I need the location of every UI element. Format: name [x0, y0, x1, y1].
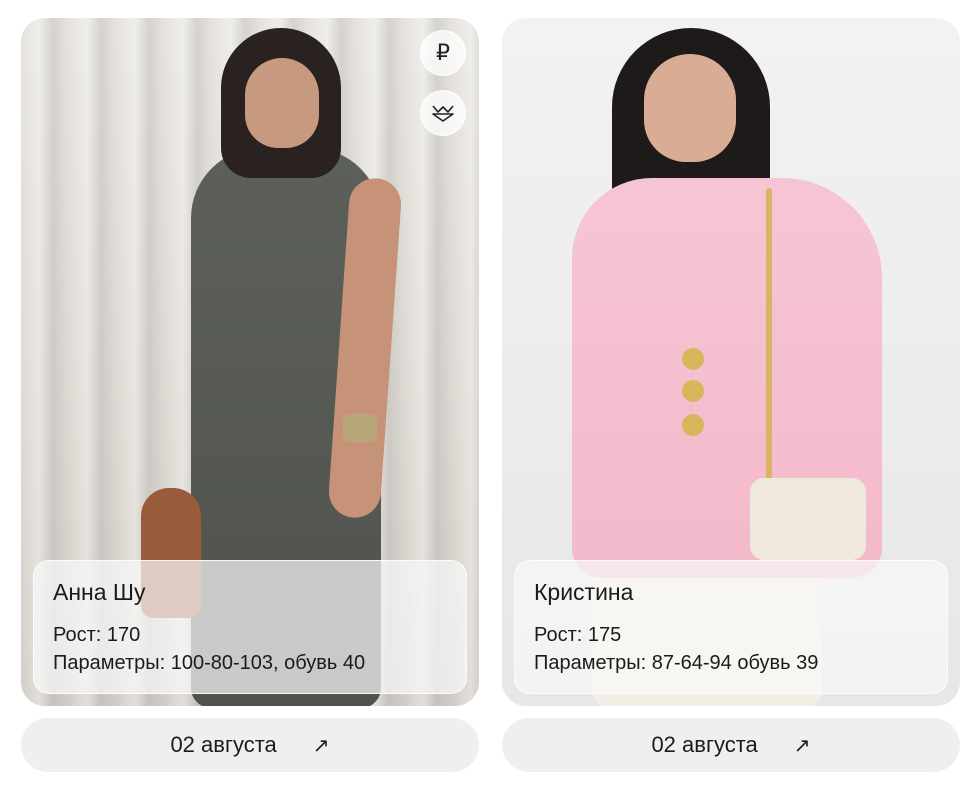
model-card[interactable]: Кристина Рост: 175 Параметры: 87-64-94 о… [502, 18, 960, 772]
photo-figure-bag-strap [766, 188, 772, 488]
photo-figure-button [682, 414, 704, 436]
model-info-panel: Анна Шу Рост: 170 Параметры: 100-80-103,… [33, 560, 467, 694]
model-cards-grid: ₽ Анна Шу Рост: 170 Параметры: 100-80-10… [0, 0, 976, 786]
swimwear-icon[interactable] [420, 90, 466, 136]
photo-figure-button [682, 380, 704, 402]
photo-figure-face [245, 58, 319, 148]
model-card[interactable]: ₽ Анна Шу Рост: 170 Параметры: 100-80-10… [21, 18, 479, 772]
photo-figure-button [682, 348, 704, 370]
arrow-up-right-icon: ↗ [793, 733, 811, 757]
model-height: Рост: 170 [53, 624, 141, 646]
date-button[interactable]: 02 августа ↗ [21, 718, 479, 772]
date-label: 02 августа [170, 732, 277, 757]
model-parameters: Параметры: 87-64-94 обувь 39 [534, 652, 819, 674]
model-photo[interactable]: Кристина Рост: 175 Параметры: 87-64-94 о… [502, 18, 960, 706]
photo-figure-bag [750, 478, 866, 560]
swimwear-glyph [432, 105, 454, 122]
date-button[interactable]: 02 августа ↗ [502, 718, 960, 772]
model-height: Рост: 175 [534, 624, 622, 646]
ruble-icon[interactable]: ₽ [420, 30, 466, 76]
photo-figure-face [644, 54, 736, 162]
photo-figure-cuff [343, 414, 377, 442]
ruble-glyph: ₽ [436, 40, 450, 66]
model-name: Анна Шу [53, 579, 146, 605]
model-parameters: Параметры: 100-80-103, обувь 40 [53, 652, 366, 674]
date-label: 02 августа [651, 732, 758, 757]
model-photo[interactable]: ₽ Анна Шу Рост: 170 Параметры: 100-80-10… [21, 18, 479, 706]
arrow-up-right-icon: ↗ [312, 733, 330, 757]
model-name: Кристина [534, 579, 634, 605]
model-info-panel: Кристина Рост: 175 Параметры: 87-64-94 о… [514, 560, 948, 694]
